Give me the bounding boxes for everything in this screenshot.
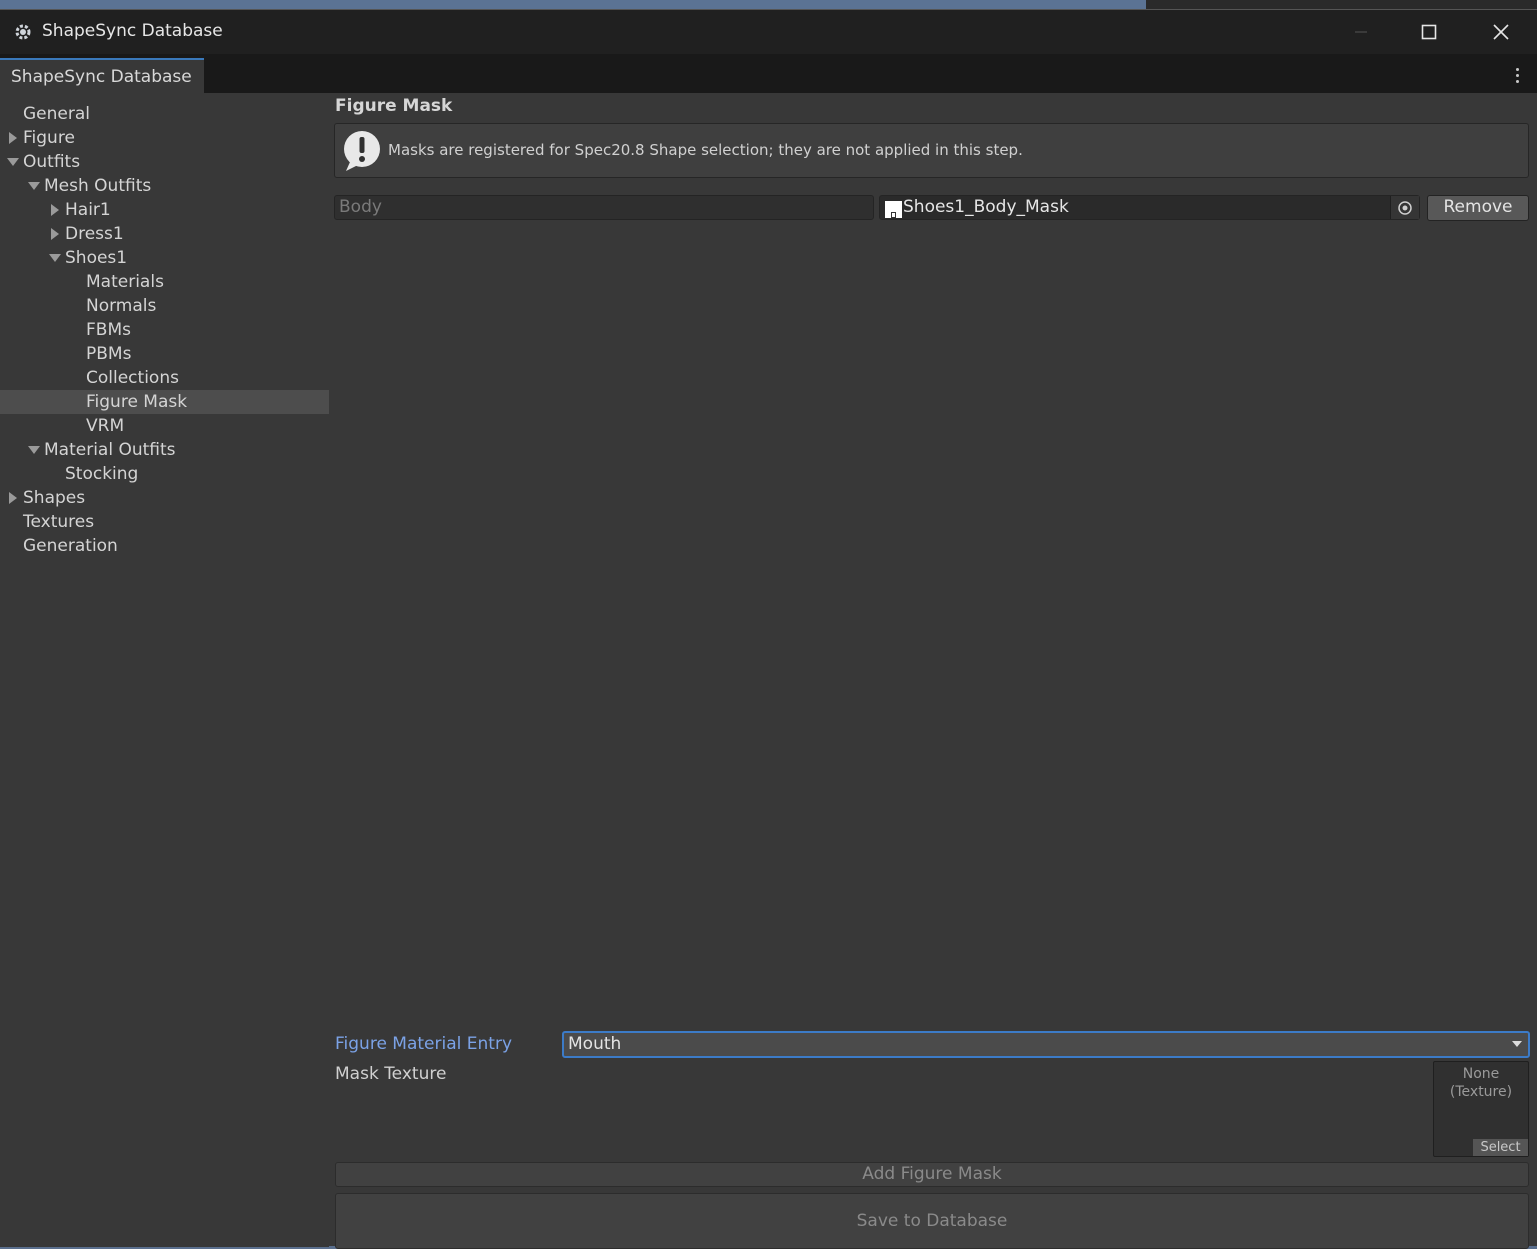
figure-material-entry-dropdown[interactable]: Mouth [562, 1031, 1530, 1058]
sidebar-item-label: PBMs [86, 344, 132, 364]
sidebar-item-shapes[interactable]: Shapes [0, 486, 223, 510]
exclamation-icon [342, 130, 382, 172]
sidebar-item-label: VRM [86, 416, 125, 436]
sidebar-item-label: Stocking [65, 464, 139, 484]
sidebar-item-label: Shapes [23, 488, 86, 508]
figure-material-entry-label: Figure Material Entry [335, 1034, 513, 1054]
sidebar-item-outfits[interactable]: Outfits [0, 150, 223, 174]
material-name-field[interactable]: Body [334, 195, 874, 220]
add-figure-mask-button[interactable]: Add Figure Mask [335, 1162, 1529, 1187]
chevron-down-icon[interactable] [48, 246, 62, 270]
chevron-down-icon[interactable] [27, 174, 41, 198]
app-gear-icon [13, 22, 33, 42]
sidebar-item-material-outfits[interactable]: Material Outfits [0, 438, 244, 462]
mask-texture-label: Mask Texture [335, 1064, 447, 1084]
sidebar-item-general[interactable]: General [0, 102, 223, 126]
sidebar-item-label: Textures [23, 512, 95, 532]
dropdown-value: Mouth [568, 1034, 622, 1054]
object-picker-icon[interactable] [1390, 196, 1419, 219]
texture-object-field[interactable]: Shoes1_Body_Mask [879, 195, 1420, 220]
minimize-button[interactable] [1326, 10, 1396, 54]
sidebar-item-hair1[interactable]: Hair1 [0, 198, 265, 222]
chevron-down-icon[interactable] [6, 150, 20, 174]
sidebar-item-label: Figure [23, 128, 75, 148]
tab-bar: ShapeSync Database [0, 54, 1537, 93]
sidebar-item-textures[interactable]: Textures [0, 510, 223, 534]
chevron-right-icon[interactable] [48, 198, 62, 222]
texture-select-button[interactable]: Select [1473, 1139, 1528, 1156]
sidebar-item-label: Hair1 [65, 200, 111, 220]
help-box: Masks are registered for Spec20.8 Shape … [334, 123, 1529, 178]
page-title: Figure Mask [335, 96, 453, 116]
maximize-button[interactable] [1394, 10, 1464, 54]
sidebar-item-label: Shoes1 [65, 248, 128, 268]
sidebar-item-label: FBMs [86, 320, 131, 340]
remove-button[interactable]: Remove [1427, 195, 1529, 221]
chevron-right-icon[interactable] [6, 126, 20, 150]
main-panel: Figure Mask Masks are registered for Spe… [329, 93, 1537, 1249]
window-title: ShapeSync Database [42, 21, 223, 41]
tab-shapesync-database[interactable]: ShapeSync Database [0, 58, 204, 93]
sidebar-item-pbms[interactable]: PBMs [0, 342, 286, 366]
title-bar: ShapeSync Database [0, 10, 1537, 54]
sidebar-item-dress1[interactable]: Dress1 [0, 222, 265, 246]
sidebar-item-label: Materials [86, 272, 164, 292]
sidebar-item-label: Generation [23, 536, 118, 556]
sidebar-item-label: Material Outfits [44, 440, 176, 460]
sidebar-tree: General Figure Outfits Mesh Outfits Hair1 Dre… [0, 93, 329, 1247]
sidebar-item-label: General [23, 104, 90, 124]
sidebar-item-materials[interactable]: Materials [0, 270, 286, 294]
sidebar-item-figure[interactable]: Figure [0, 126, 223, 150]
chevron-down-icon [1512, 1041, 1522, 1047]
sidebar-item-vrm[interactable]: VRM [0, 414, 286, 438]
editor-window: ShapeSync Database ShapeSync Database Ge… [0, 9, 1537, 1249]
sidebar-item-label: Outfits [23, 152, 81, 172]
sidebar-item-figure-mask[interactable]: Figure Mask [0, 390, 329, 414]
save-to-database-button[interactable]: Save to Database [335, 1193, 1529, 1249]
sidebar-item-normals[interactable]: Normals [0, 294, 286, 318]
sidebar-item-label: Dress1 [65, 224, 124, 244]
kebab-menu-icon[interactable] [1507, 65, 1527, 85]
texture-none-text: None (Texture) [1449, 1066, 1513, 1100]
sidebar-item-label: Mesh Outfits [44, 176, 152, 196]
texture-name: Shoes1_Body_Mask [903, 197, 1069, 217]
sidebar-item-label: Collections [86, 368, 179, 388]
mask-texture-slot[interactable]: None (Texture) Select [1433, 1061, 1529, 1157]
chevron-right-icon[interactable] [48, 222, 62, 246]
sidebar-item-stocking[interactable]: Stocking [0, 462, 265, 486]
sidebar-item-label: Normals [86, 296, 157, 316]
close-button[interactable] [1466, 10, 1536, 54]
sidebar-item-mesh-outfits[interactable]: Mesh Outfits [0, 174, 244, 198]
sidebar-item-fbms[interactable]: FBMs [0, 318, 286, 342]
sidebar-item-label: Figure Mask [86, 392, 188, 412]
chevron-right-icon[interactable] [6, 486, 20, 510]
sidebar-item-shoes1[interactable]: Shoes1 [0, 246, 265, 270]
chevron-down-icon[interactable] [27, 438, 41, 462]
sidebar-item-collections[interactable]: Collections [0, 366, 286, 390]
texture-thumbnail [885, 201, 902, 218]
sidebar-item-generation[interactable]: Generation [0, 534, 223, 558]
help-message: Masks are registered for Spec20.8 Shape … [388, 141, 1023, 159]
